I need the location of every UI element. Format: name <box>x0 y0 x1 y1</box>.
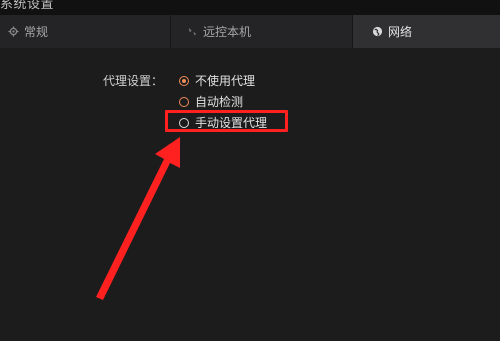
radio-unchecked-icon[interactable] <box>179 96 189 107</box>
tab-remote-control[interactable]: 远控本机 <box>171 15 353 48</box>
tab-general[interactable]: 常规 <box>0 15 171 48</box>
remote-icon <box>188 27 197 36</box>
gear-icon <box>8 26 19 37</box>
proxy-settings-label: 代理设置： <box>103 74 164 88</box>
settings-window: 系统设置 常规 远控本机 网络 代理设置： 不使用代理 自动检测 手动设置代理 <box>0 0 500 341</box>
tab-bar: 常规 远控本机 网络 <box>0 15 500 48</box>
proxy-option-none-label: 不使用代理 <box>195 74 256 88</box>
globe-icon <box>372 26 383 37</box>
window-title: 系统设置 <box>0 0 55 12</box>
tab-network-label: 网络 <box>388 25 413 39</box>
tab-network[interactable]: 网络 <box>353 15 500 48</box>
proxy-option-auto-detect[interactable]: 自动检测 <box>179 93 243 110</box>
radio-checked-icon[interactable] <box>179 75 189 86</box>
proxy-option-auto-detect-label: 自动检测 <box>195 95 244 109</box>
title-bar: 系统设置 <box>0 0 500 15</box>
proxy-option-none[interactable]: 不使用代理 <box>179 72 255 89</box>
tab-remote-control-label: 远控本机 <box>203 25 252 39</box>
tab-general-label: 常规 <box>24 25 49 39</box>
network-settings-panel: 代理设置： 不使用代理 自动检测 手动设置代理 <box>0 48 500 341</box>
annotation-highlight-box <box>165 110 288 132</box>
